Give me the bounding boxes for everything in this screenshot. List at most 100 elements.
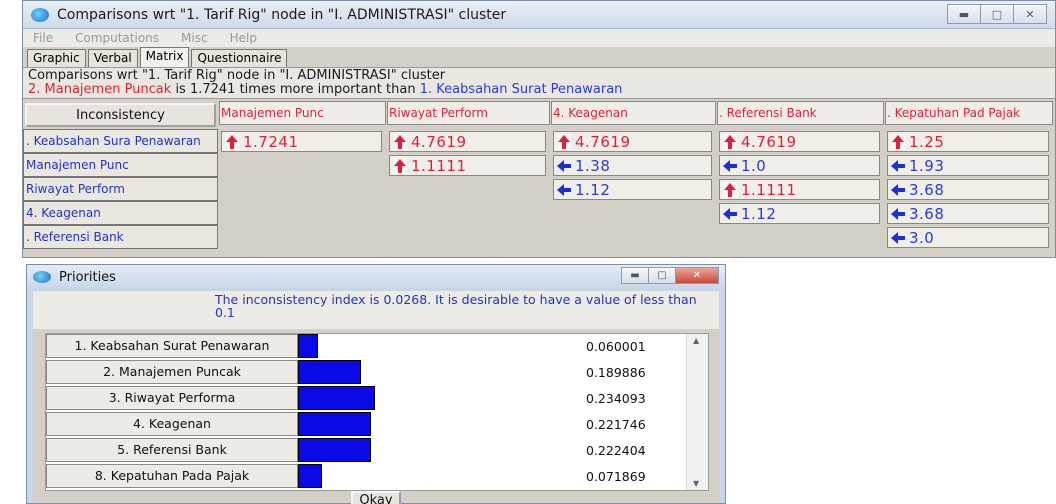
- info-line-2-node-a: 2. Manajemen Puncak: [28, 82, 172, 97]
- comparison-info: Comparisons wrt "1. Tarif Rig" node in "…: [23, 67, 1055, 99]
- column-header[interactable]: Riwayat Perform: [387, 101, 550, 125]
- column-header[interactable]: Manajemen Punc: [219, 101, 386, 125]
- comparison-titlebar[interactable]: Comparisons wrt "1. Tarif Rig" node in "…: [23, 1, 1055, 29]
- priority-bar: [298, 334, 318, 358]
- arrow-up-icon[interactable]: [722, 133, 738, 150]
- row-header[interactable]: . Keabsahan Sura Penawaran: [23, 129, 218, 153]
- matrix-value: 1.12: [741, 204, 777, 223]
- matrix-value: 1.1111: [411, 156, 467, 175]
- arrow-left-icon[interactable]: [890, 206, 906, 222]
- matrix-cell[interactable]: 1.7241: [221, 131, 382, 152]
- priorities-window-controls: ▬ □ ✕: [621, 267, 719, 284]
- arrow-left-icon[interactable]: [890, 158, 906, 174]
- inconsistency-button[interactable]: Inconsistency: [25, 103, 216, 127]
- row-header[interactable]: Manajemen Punc: [23, 153, 218, 177]
- priorities-title: Priorities: [59, 269, 116, 285]
- matrix-cell[interactable]: 1.93: [887, 155, 1049, 176]
- matrix-cell[interactable]: 3.68: [887, 179, 1049, 200]
- matrix-cell[interactable]: 4.7619: [389, 131, 546, 152]
- okay-button[interactable]: Okay: [351, 491, 401, 504]
- priority-value: 0.221746: [586, 416, 646, 432]
- arrow-left-icon[interactable]: [556, 158, 572, 174]
- priorities-body: The inconsistency index is 0.0268. It is…: [33, 291, 719, 504]
- info-line-1: Comparisons wrt "1. Tarif Rig" node in "…: [28, 68, 446, 83]
- priority-row: 4. Keagenan 0.221746: [46, 412, 710, 436]
- row-header[interactable]: Riwayat Perform: [23, 177, 218, 201]
- matrix-cell[interactable]: 1.12: [719, 203, 880, 224]
- menu-file[interactable]: File: [33, 31, 53, 45]
- priority-bar: [298, 360, 361, 384]
- matrix-cell[interactable]: 4.7619: [553, 131, 712, 152]
- priority-value: 0.189886: [586, 364, 646, 380]
- maximize-button[interactable]: □: [980, 4, 1014, 24]
- close-icon: ✕: [1025, 7, 1035, 21]
- priority-bar: [298, 386, 375, 410]
- priority-value: 0.060001: [586, 338, 646, 354]
- maximize-icon: □: [657, 270, 667, 281]
- app-logo-icon: [31, 7, 49, 22]
- column-header[interactable]: . Kepatuhan Pad Pajak: [885, 101, 1053, 125]
- priorities-titlebar[interactable]: Priorities ▬ □ ✕: [27, 265, 725, 289]
- column-header[interactable]: . Referensi Bank: [717, 101, 884, 125]
- priority-value: 0.071869: [586, 468, 646, 484]
- arrow-left-icon[interactable]: [556, 182, 572, 198]
- desktop: Comparisons wrt "1. Tarif Rig" node in "…: [0, 0, 1056, 504]
- inconsistency-message: The inconsistency index is 0.0268. It is…: [33, 291, 719, 329]
- menu-computations[interactable]: Computations: [75, 31, 159, 45]
- matrix-value: 4.7619: [575, 132, 631, 151]
- matrix-value: 4.7619: [411, 132, 467, 151]
- info-line-2-text: is 1.7241 times more important than: [171, 82, 420, 97]
- matrix-cell[interactable]: 1.12: [553, 179, 712, 200]
- menu-help[interactable]: Help: [230, 31, 257, 45]
- priority-label: 2. Manajemen Puncak: [46, 360, 298, 384]
- priorities-maximize-button[interactable]: □: [648, 267, 676, 284]
- menu-misc[interactable]: Misc: [181, 31, 208, 45]
- priorities-window: Priorities ▬ □ ✕ The inconsistency index…: [26, 264, 726, 504]
- priorities-close-button[interactable]: ✕: [675, 267, 719, 284]
- priority-label: 3. Riwayat Performa: [46, 386, 298, 410]
- priority-row: 5. Referensi Bank 0.222404: [46, 438, 710, 462]
- arrow-left-icon[interactable]: [722, 206, 738, 222]
- matrix-value: 3.68: [909, 204, 945, 223]
- tab-graphic[interactable]: Graphic: [27, 49, 86, 67]
- matrix-cell[interactable]: 1.25: [887, 131, 1049, 152]
- arrow-up-icon[interactable]: [556, 133, 572, 150]
- minimize-icon: ▬: [630, 270, 640, 281]
- maximize-icon: □: [991, 7, 1003, 21]
- matrix-value: 1.38: [575, 156, 611, 175]
- arrow-left-icon[interactable]: [890, 230, 906, 246]
- arrow-up-icon[interactable]: [392, 157, 408, 174]
- window-controls: ▬ □ ✕: [947, 4, 1047, 24]
- arrow-up-icon[interactable]: [722, 181, 738, 198]
- info-line-2-node-b: 1. Keabsahan Surat Penawaran: [419, 82, 623, 97]
- arrow-left-icon[interactable]: [890, 182, 906, 198]
- close-button[interactable]: ✕: [1013, 4, 1047, 24]
- matrix-value: 1.7241: [243, 132, 299, 151]
- matrix-cell[interactable]: 3.68: [887, 203, 1049, 224]
- matrix-cell[interactable]: 3.0: [887, 227, 1049, 248]
- priority-label: 5. Referensi Bank: [46, 438, 298, 462]
- matrix-cell[interactable]: 1.1111: [719, 179, 880, 200]
- matrix-cell[interactable]: 1.0: [719, 155, 880, 176]
- row-header[interactable]: . Referensi Bank: [23, 225, 218, 249]
- arrow-left-icon[interactable]: [722, 158, 738, 174]
- matrix-cell[interactable]: 1.1111: [389, 155, 546, 176]
- matrix-value: 1.93: [909, 156, 945, 175]
- arrow-up-icon[interactable]: [392, 133, 408, 150]
- arrow-up-icon[interactable]: [890, 133, 906, 150]
- app-logo-icon: [33, 271, 51, 283]
- matrix-value: 3.0: [909, 228, 935, 247]
- row-header[interactable]: 4. Keagenan: [23, 201, 218, 225]
- tab-matrix[interactable]: Matrix: [139, 47, 190, 67]
- arrow-up-icon[interactable]: [224, 133, 240, 150]
- tab-questionnaire[interactable]: Questionnaire: [191, 49, 288, 67]
- matrix-cell[interactable]: 1.38: [553, 155, 712, 176]
- minimize-button[interactable]: ▬: [947, 4, 981, 24]
- matrix-cell[interactable]: 4.7619: [719, 131, 880, 152]
- matrix-value: 1.1111: [741, 180, 797, 199]
- priorities-minimize-button[interactable]: ▬: [621, 267, 649, 284]
- matrix-value: 3.68: [909, 180, 945, 199]
- column-header[interactable]: 4. Keagenan: [551, 101, 716, 125]
- menu-bar: File Computations Misc Help: [23, 29, 1055, 47]
- tab-verbal[interactable]: Verbal: [87, 49, 138, 67]
